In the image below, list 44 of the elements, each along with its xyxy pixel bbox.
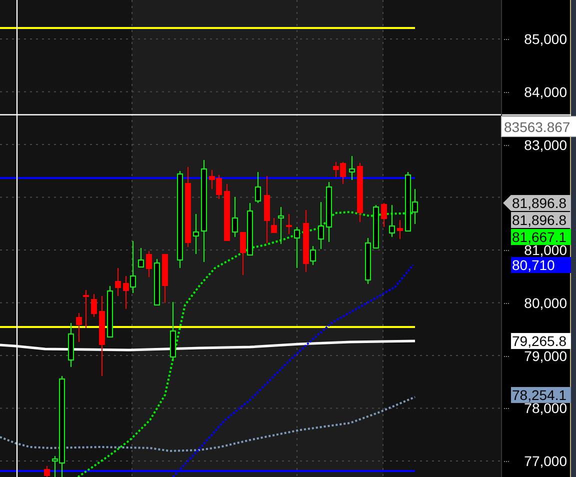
tick-mark [504, 250, 509, 251]
candlestick [162, 254, 168, 304]
price-tag: 78,254.1 [511, 386, 571, 403]
candlestick [255, 172, 261, 204]
candlestick [357, 162, 363, 222]
candlestick [389, 204, 395, 238]
price-axis-label: 84,000 [524, 84, 567, 100]
candlestick [373, 204, 379, 248]
price-axis-label: 85,000 [524, 31, 567, 47]
price-axis-label: 81,000 [524, 242, 567, 258]
candlestick [146, 250, 152, 278]
price-axis-label: 78,000 [524, 400, 567, 416]
price-tag: 81,667.1 [511, 228, 571, 245]
candlestick [349, 156, 355, 180]
tick-mark [504, 302, 509, 304]
candlestick [318, 202, 324, 250]
candlestick [154, 258, 160, 306]
candlestick [44, 466, 50, 477]
candlestick [170, 302, 176, 360]
candlestick [107, 286, 113, 338]
price-tag: 81,896.8 [511, 212, 571, 228]
price-axis-label: 80,000 [524, 294, 567, 311]
price-axis-label: 83,000 [524, 136, 567, 152]
candlestick [91, 294, 97, 318]
tick-mark [504, 92, 509, 93]
candlestick [326, 182, 332, 242]
candlestick [68, 322, 74, 368]
price-axis-label: 77,000 [524, 453, 567, 469]
price-tag: 79,265.8 [511, 333, 571, 350]
tick-mark [504, 461, 509, 462]
price-tag: 80,710 [511, 257, 571, 274]
candlestick [115, 268, 121, 296]
candlestick [286, 214, 292, 234]
candlestick [232, 196, 238, 238]
candlestick [294, 226, 300, 268]
crosshair-price-tag: 83563.867 [501, 116, 576, 137]
candlestick [224, 184, 230, 242]
candlestick [365, 238, 371, 284]
price-axis-label: 79,000 [524, 348, 567, 364]
candlestick [397, 220, 403, 240]
tick-mark [504, 39, 509, 40]
candlestick [138, 248, 144, 268]
candlestick [193, 214, 199, 254]
candlestick [381, 202, 387, 228]
